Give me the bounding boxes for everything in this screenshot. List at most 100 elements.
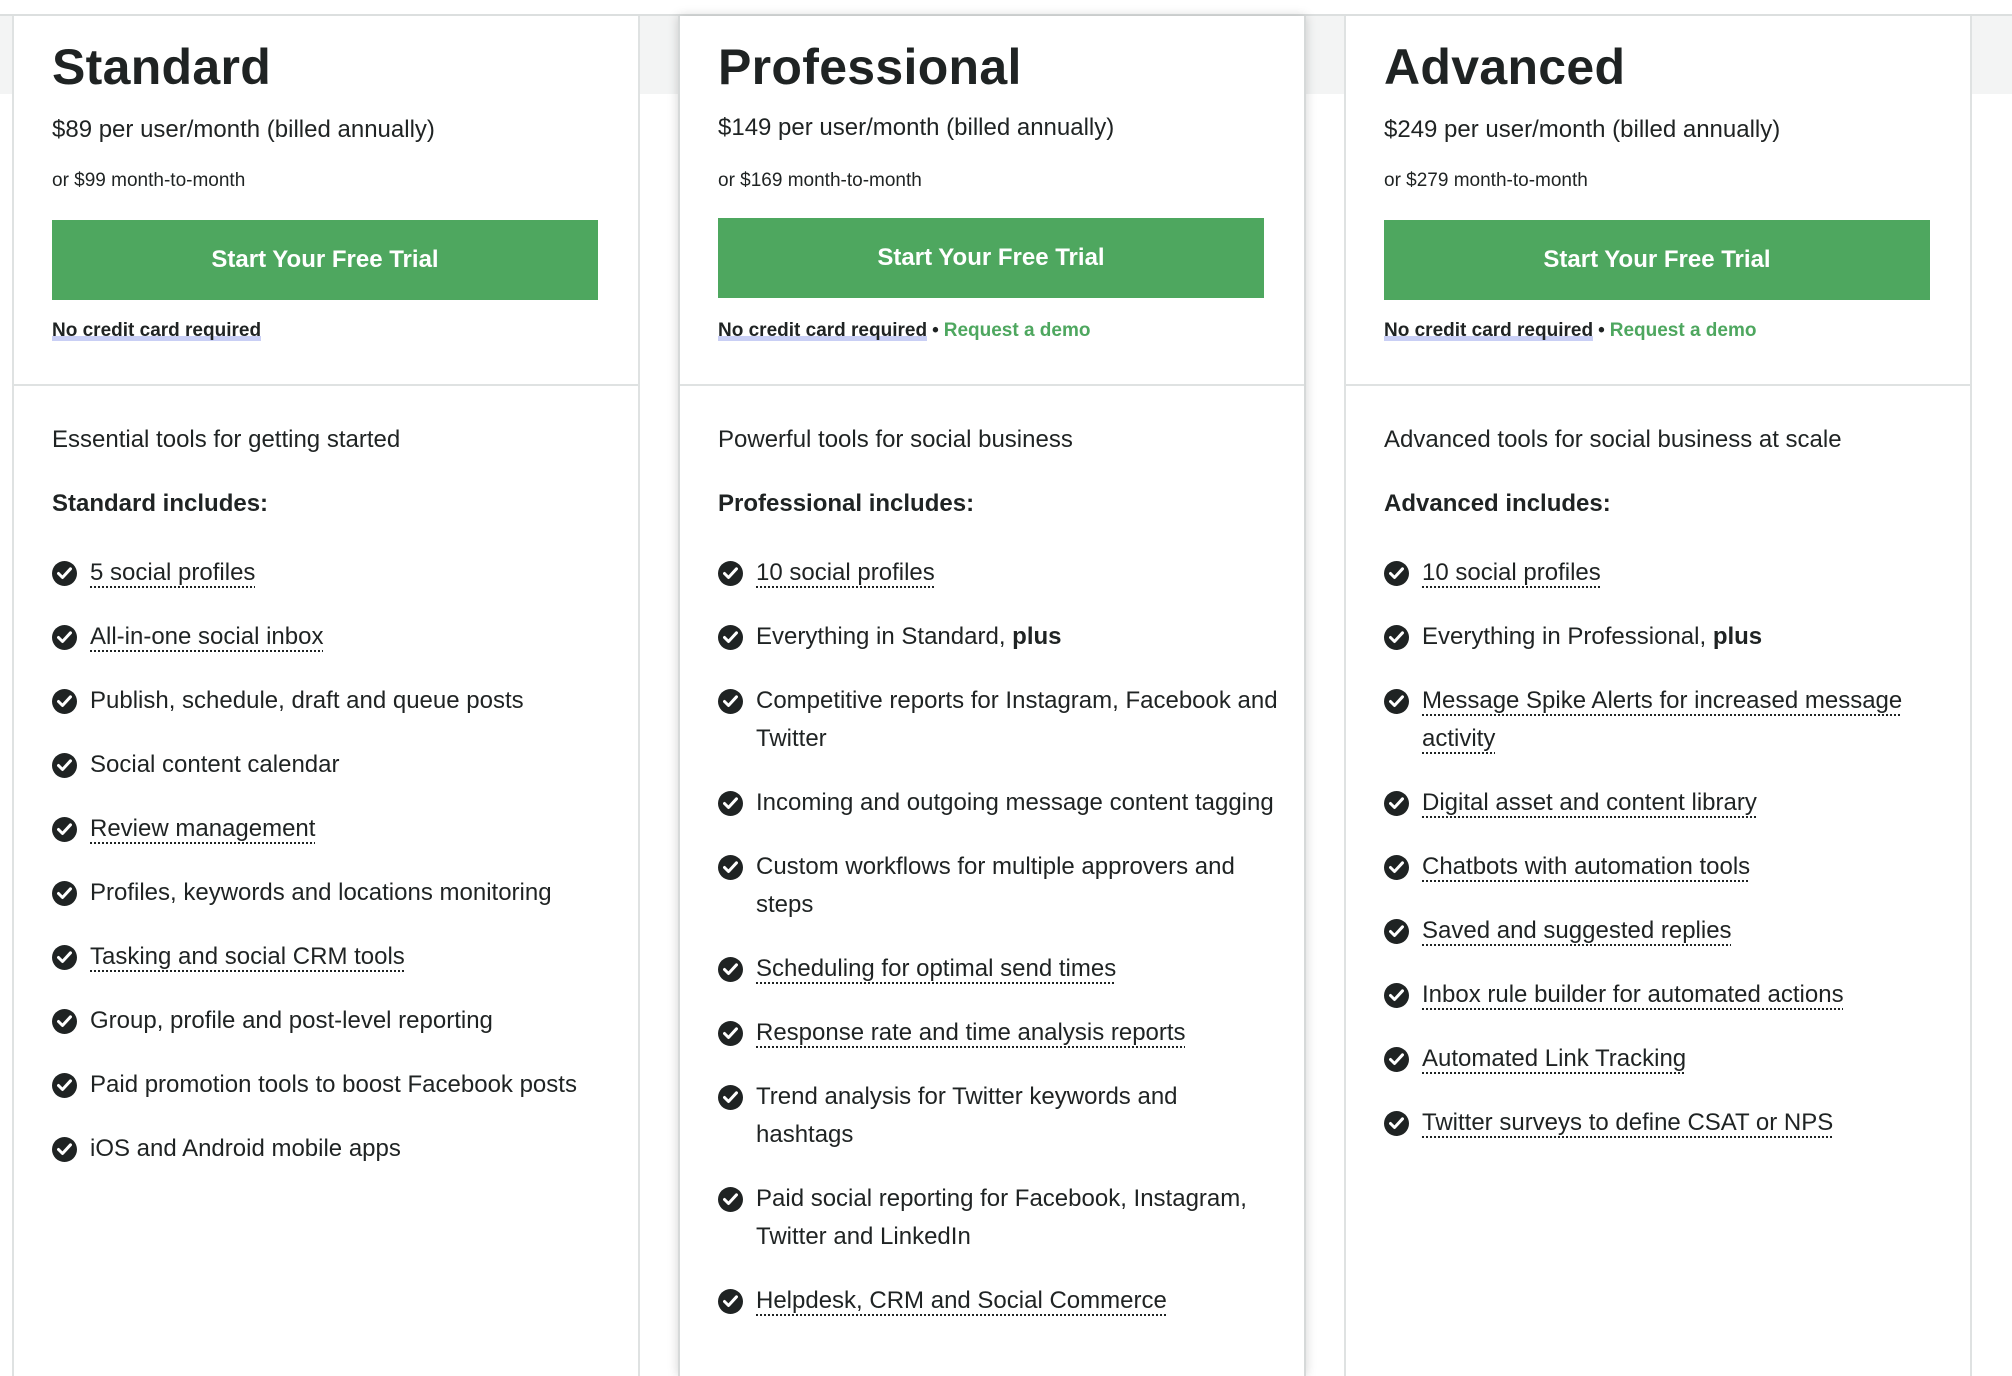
feature-link[interactable]: Helpdesk, CRM and Social Commerce xyxy=(756,1287,1167,1314)
plan-header: Standard $89 per user/month (billed annu… xyxy=(14,16,638,386)
feature-list: 10 social profiles Everything in Standard… xyxy=(718,554,1278,1320)
includes-heading: Professional includes: xyxy=(718,490,975,517)
checkmark-icon xyxy=(718,957,743,982)
checkmark-icon xyxy=(1384,1111,1409,1136)
no-credit-card-note: No credit card required xyxy=(718,320,928,341)
feature-item: Inbox rule builder for automated actions xyxy=(1384,976,1944,1014)
feature-link[interactable]: 10 social profiles xyxy=(756,559,935,586)
feature-text: Competitive reports for Instagram, Faceb… xyxy=(756,687,1278,752)
checkmark-icon xyxy=(1384,791,1409,816)
feature-link[interactable]: Chatbots with automation tools xyxy=(1422,853,1750,880)
plan-body: Advanced tools for social business at sc… xyxy=(1384,426,1944,1168)
plan-tagline: Powerful tools for social business xyxy=(718,426,1073,453)
checkmark-icon xyxy=(718,1085,743,1110)
checkmark-icon xyxy=(52,945,77,970)
checkmark-icon xyxy=(718,561,743,586)
feature-item: Twitter surveys to define CSAT or NPS xyxy=(1384,1104,1944,1142)
feature-item: Paid promotion tools to boost Facebook p… xyxy=(52,1066,612,1104)
plan-name: Professional xyxy=(718,39,1022,95)
plan-tagline: Essential tools for getting started xyxy=(52,426,401,453)
feature-link[interactable]: 10 social profiles xyxy=(1422,559,1601,586)
feature-item: Publish, schedule, draft and queue posts xyxy=(52,682,612,720)
checkmark-icon xyxy=(718,625,743,650)
feature-link[interactable]: Automated Link Tracking xyxy=(1422,1045,1686,1072)
includes-heading: Advanced includes: xyxy=(1384,490,1611,517)
feature-item: Paid social reporting for Facebook, Inst… xyxy=(718,1180,1278,1256)
feature-link[interactable]: Saved and suggested replies xyxy=(1422,917,1732,944)
feature-link[interactable]: All-in-one social inbox xyxy=(90,623,323,650)
monthly-price: or $279 month-to-month xyxy=(1384,170,1588,191)
feature-link[interactable]: Scheduling for optimal send times xyxy=(756,955,1116,982)
feature-list: 10 social profiles Everything in Professi… xyxy=(1384,554,1944,1142)
feature-item: Review management xyxy=(52,810,612,848)
checkmark-icon xyxy=(1384,855,1409,880)
feature-item: Helpdesk, CRM and Social Commerce xyxy=(718,1282,1278,1320)
plan-header: Professional $149 per user/month (billed… xyxy=(680,16,1304,386)
checkmark-icon xyxy=(52,1137,77,1162)
feature-text: Paid social reporting for Facebook, Inst… xyxy=(756,1185,1247,1250)
feature-item: Social content calendar xyxy=(52,746,612,784)
checkmark-icon xyxy=(52,561,77,586)
feature-item: Message Spike Alerts for increased messa… xyxy=(1384,682,1944,758)
no-credit-card-note: No credit card required xyxy=(1384,320,1594,341)
feature-item: 10 social profiles xyxy=(718,554,1278,592)
start-free-trial-button[interactable]: Start Your Free Trial xyxy=(1384,220,1930,300)
checkmark-icon xyxy=(1384,625,1409,650)
feature-text: Paid promotion tools to boost Facebook p… xyxy=(90,1071,577,1098)
checkmark-icon xyxy=(718,1021,743,1046)
checkmark-icon xyxy=(52,881,77,906)
feature-emphasis: plus xyxy=(1012,623,1062,650)
feature-item: iOS and Android mobile apps xyxy=(52,1130,612,1168)
feature-link[interactable]: Digital asset and content library xyxy=(1422,789,1757,816)
feature-list: 5 social profiles All-in-one social inbox… xyxy=(52,554,612,1168)
cta-note-row: No credit card required • Request a demo xyxy=(718,320,1090,342)
request-demo-link[interactable]: Request a demo xyxy=(944,320,1091,341)
checkmark-icon xyxy=(718,791,743,816)
annual-price: $89 per user/month (billed annually) xyxy=(52,116,435,143)
feature-link[interactable]: Twitter surveys to define CSAT or NPS xyxy=(1422,1109,1833,1136)
request-demo-link[interactable]: Request a demo xyxy=(1610,320,1757,341)
feature-emphasis: plus xyxy=(1712,623,1763,650)
checkmark-icon xyxy=(52,689,77,714)
start-free-trial-button[interactable]: Start Your Free Trial xyxy=(718,218,1264,298)
plan-card-professional: Professional $149 per user/month (billed… xyxy=(678,16,1306,1376)
checkmark-icon xyxy=(1384,983,1409,1008)
plan-name: Standard xyxy=(52,39,272,95)
feature-text: Trend analysis for Twitter keywords and … xyxy=(756,1083,1178,1148)
feature-item: Incoming and outgoing message content ta… xyxy=(718,784,1278,822)
checkmark-icon xyxy=(1384,561,1409,586)
feature-item: Response rate and time analysis reports xyxy=(718,1014,1278,1052)
feature-link[interactable]: Inbox rule builder for automated actions xyxy=(1422,981,1844,1008)
plan-body: Essential tools for getting started Stan… xyxy=(52,426,612,1194)
checkmark-icon xyxy=(1384,919,1409,944)
monthly-price: or $169 month-to-month xyxy=(718,170,922,191)
start-free-trial-button[interactable]: Start Your Free Trial xyxy=(52,220,598,300)
checkmark-icon xyxy=(52,753,77,778)
checkmark-icon xyxy=(52,1009,77,1034)
plan-body: Powerful tools for social business Profe… xyxy=(718,426,1278,1346)
feature-link[interactable]: Review management xyxy=(90,815,315,842)
feature-item: All-in-one social inbox xyxy=(52,618,612,656)
plan-card-advanced: Advanced $249 per user/month (billed ann… xyxy=(1344,16,1972,1376)
checkmark-icon xyxy=(52,817,77,842)
feature-text: Custom workflows for multiple approvers … xyxy=(756,853,1235,918)
feature-item: Automated Link Tracking xyxy=(1384,1040,1944,1078)
separator-dot: • xyxy=(1598,320,1605,341)
feature-item: Digital asset and content library xyxy=(1384,784,1944,822)
feature-text: Incoming and outgoing message content ta… xyxy=(756,789,1274,816)
feature-link[interactable]: Tasking and social CRM tools xyxy=(90,943,405,970)
checkmark-icon xyxy=(718,855,743,880)
feature-text: Everything in Professional, xyxy=(1422,623,1713,650)
feature-item: Tasking and social CRM tools xyxy=(52,938,612,976)
annual-price: $249 per user/month (billed annually) xyxy=(1384,116,1781,143)
monthly-price: or $99 month-to-month xyxy=(52,170,246,191)
feature-link[interactable]: Response rate and time analysis reports xyxy=(756,1019,1186,1046)
feature-text: iOS and Android mobile apps xyxy=(90,1135,401,1162)
feature-link[interactable]: 5 social profiles xyxy=(90,559,255,586)
checkmark-icon xyxy=(52,625,77,650)
feature-link[interactable]: Message Spike Alerts for increased messa… xyxy=(1422,687,1902,752)
checkmark-icon xyxy=(1384,689,1409,714)
feature-item: Custom workflows for multiple approvers … xyxy=(718,848,1278,924)
checkmark-icon xyxy=(718,1289,743,1314)
feature-item: Group, profile and post-level reporting xyxy=(52,1002,612,1040)
